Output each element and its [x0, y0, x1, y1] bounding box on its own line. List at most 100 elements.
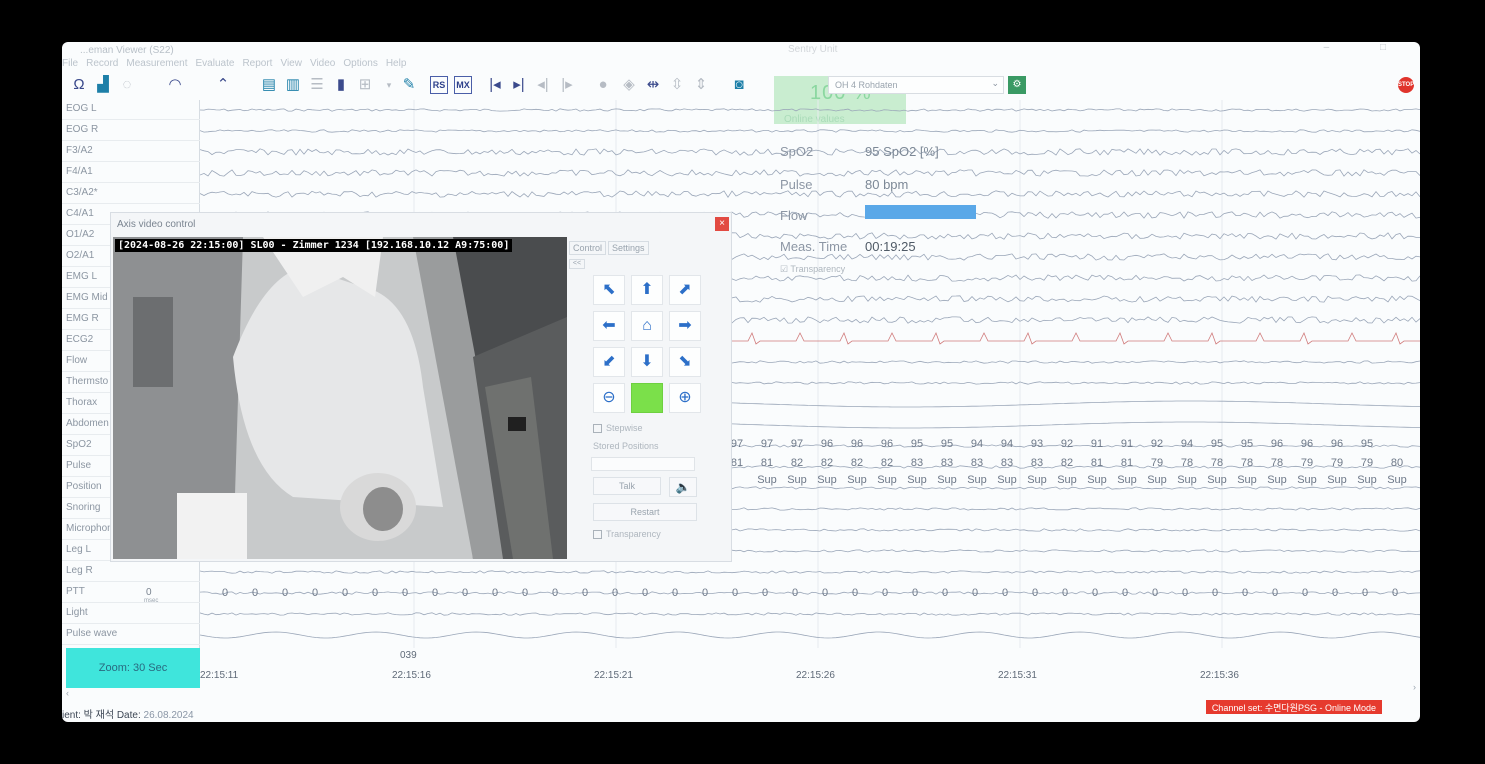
channel-label[interactable]: C3/A2* [62, 184, 200, 204]
value-cell: 0 [581, 587, 589, 599]
page-icon[interactable]: ▤ [260, 76, 278, 94]
value-cell: Sup [967, 474, 987, 486]
pan-down-right-icon[interactable]: ⬊ [669, 347, 701, 377]
stored-positions-select[interactable] [591, 457, 695, 471]
value-cell: 0 [1301, 587, 1309, 599]
pen-icon[interactable]: ✎ [400, 76, 418, 94]
value-cell: 0 [311, 587, 319, 599]
menu-item-options[interactable]: Options [343, 58, 377, 69]
zoom-in-icon[interactable]: ⊕ [669, 383, 701, 413]
pan-up-right-icon[interactable]: ⬈ [669, 275, 701, 305]
channel-label[interactable]: Pulse wave [62, 625, 200, 645]
value-cell: 81 [1120, 457, 1134, 469]
collapse-button[interactable]: << [569, 259, 585, 269]
overlay-transparency-checkbox[interactable]: ☑ Transparency [780, 264, 845, 275]
gauge-icon[interactable]: ◠ [166, 76, 184, 94]
channel-label[interactable]: Light [62, 604, 200, 624]
green-settings-icon[interactable]: ⚙ [1008, 76, 1026, 94]
omega-icon[interactable]: Ω [70, 76, 88, 94]
rs-icon[interactable]: RS [430, 76, 448, 94]
pan-right-icon[interactable]: ➡ [669, 311, 701, 341]
expand-h-icon[interactable]: ⇹ [644, 76, 662, 94]
focus-green-icon[interactable]: ■ [631, 383, 663, 413]
value-cell: Sup [1117, 474, 1137, 486]
stepwise-checkbox[interactable]: Stepwise [593, 423, 643, 434]
value-cell: 0 [971, 587, 979, 599]
value-cell: 96 [1270, 438, 1284, 450]
value-cell: 0 [431, 587, 439, 599]
pulse-overlay-label: Pulse [780, 177, 813, 192]
channel-label[interactable]: Leg R [62, 562, 200, 582]
close-icon[interactable]: × [715, 217, 729, 231]
channel-label[interactable]: EOG L [62, 100, 200, 120]
value-cell: 82 [790, 457, 804, 469]
lines-icon[interactable]: ☰ [308, 76, 326, 94]
channel-label[interactable]: F3/A2 [62, 142, 200, 162]
cursor-right-icon[interactable]: ▸| [510, 76, 528, 94]
value-cell: 92 [1150, 438, 1164, 450]
menu-item-report[interactable]: Report [242, 58, 272, 69]
patient-label: ient: 박 재석 Date: [62, 710, 141, 721]
video-transparency-checkbox[interactable]: Transparency [593, 529, 661, 540]
value-cell: 95 [1210, 438, 1224, 450]
camera-view: [2024-08-26 22:15:00] SL00 - Zimmer 1234… [113, 237, 567, 559]
value-cell: 0 [1391, 587, 1399, 599]
value-cell: 0 [551, 587, 559, 599]
menu-item-file[interactable]: File [62, 58, 78, 69]
channel-label[interactable]: EOG R [62, 121, 200, 141]
zoom-button[interactable]: Zoom: 30 Sec [66, 648, 200, 688]
pulse-overlay-value: 80 bpm [865, 177, 909, 192]
pan-up-icon[interactable]: ⬆ [631, 275, 663, 305]
tab-settings[interactable]: Settings [608, 241, 649, 255]
nav-icon[interactable]: ◙ [730, 76, 748, 94]
gauge-up-icon[interactable]: ⌃ [214, 76, 232, 94]
value-cell: 0 [881, 587, 889, 599]
split-icon[interactable]: ◈ [620, 76, 638, 94]
value-cell: 0 [731, 587, 739, 599]
pan-down-icon[interactable]: ⬇ [631, 347, 663, 377]
montage-select[interactable]: OH 4 Rohdaten ⌄ [828, 76, 1004, 94]
grid-add-icon[interactable]: ⊞ [356, 76, 374, 94]
zoom-out-icon[interactable]: ⊖ [593, 383, 625, 413]
menu-bar: File Record Measurement Evaluate Report View V… [62, 58, 414, 72]
channel-label[interactable]: PTT [62, 583, 200, 603]
value-cell: 0 [941, 587, 949, 599]
window-controls[interactable]: – □ [1324, 42, 1410, 53]
value-cell: 0 [1241, 587, 1249, 599]
restart-button[interactable]: Restart [593, 503, 697, 521]
stop-icon[interactable]: STOP [1398, 77, 1414, 93]
tab-control[interactable]: Control [569, 241, 607, 255]
value-cell: Sup [877, 474, 897, 486]
menu-item-evaluate[interactable]: Evaluate [196, 58, 235, 69]
menu-item-view[interactable]: View [280, 58, 302, 69]
compress-icon[interactable]: ⇕ [692, 76, 710, 94]
expand-v-icon[interactable]: ⇳ [668, 76, 686, 94]
mx-icon[interactable]: MX [454, 76, 472, 94]
pan-left-icon[interactable]: ⬅ [593, 311, 625, 341]
menu-item-record[interactable]: Record [86, 58, 118, 69]
page-list-icon[interactable]: ▥ [284, 76, 302, 94]
bulb-icon[interactable]: ◌ [118, 76, 136, 94]
pan-down-left-icon[interactable]: ⬋ [593, 347, 625, 377]
cursor-gray-icon[interactable]: ◂| [534, 76, 552, 94]
bars-icon[interactable]: ▮ [332, 76, 350, 94]
scroll-right-icon[interactable]: › [1413, 682, 1416, 692]
dropdown-arrow-icon[interactable]: ▾ [380, 76, 398, 94]
pan-up-left-icon[interactable]: ⬉ [593, 275, 625, 305]
talk-button[interactable]: Talk [593, 477, 661, 495]
scroll-left-icon[interactable]: ‹ [66, 688, 69, 698]
cursor-left-icon[interactable]: |◂ [486, 76, 504, 94]
value-cell: Sup [1207, 474, 1227, 486]
value-cell: Sup [817, 474, 837, 486]
channel-label[interactable]: F4/A1 [62, 163, 200, 183]
menu-item-measurement[interactable]: Measurement [126, 58, 187, 69]
menu-item-help[interactable]: Help [386, 58, 407, 69]
value-cell: 0 [371, 587, 379, 599]
speaker-icon[interactable]: 🔈 [669, 477, 697, 497]
dot-icon[interactable]: ● [594, 76, 612, 94]
home-icon[interactable]: ⌂ [631, 311, 663, 341]
menu-item-video[interactable]: Video [310, 58, 335, 69]
meas-time-value: 00:19:25 [865, 239, 916, 254]
cursor-gray2-icon[interactable]: |▸ [558, 76, 576, 94]
chart-icon[interactable]: ▟ [94, 76, 112, 94]
